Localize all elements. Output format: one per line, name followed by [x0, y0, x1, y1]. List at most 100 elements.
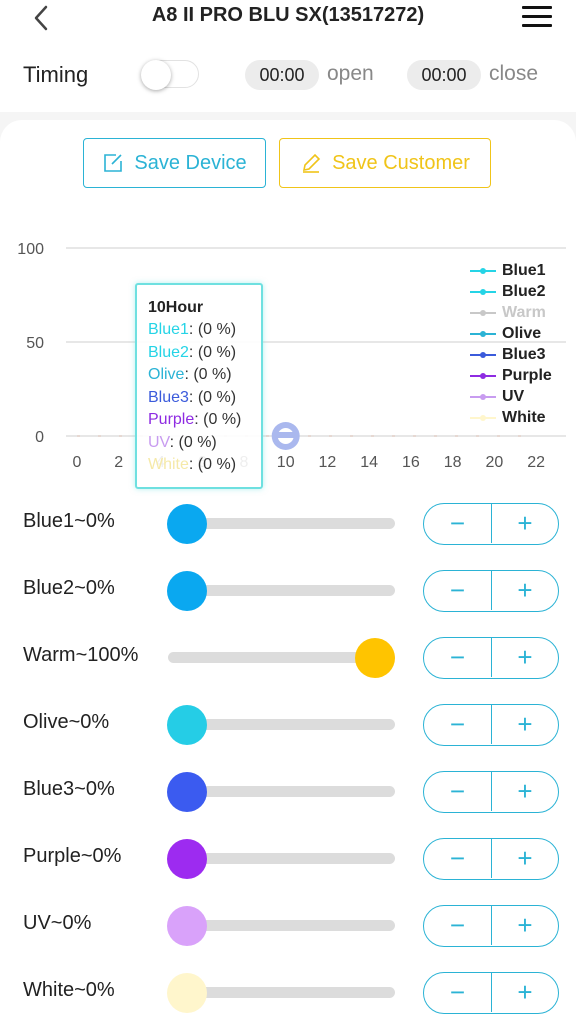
tooltip-series-value: : (0 %) — [188, 388, 237, 406]
increment-button[interactable]: + — [491, 839, 558, 878]
decrement-button[interactable]: − — [424, 638, 491, 677]
chart-tooltip: 10Hour Blue1: (0 %) Blue2: (0 %) Olive: (0… — [135, 283, 263, 489]
channel-slider-knob[interactable] — [167, 705, 207, 745]
x-tick-label: 20 — [485, 454, 503, 471]
tooltip-row: Blue1: (0 %) — [148, 321, 261, 344]
legend-item-uv[interactable]: UV — [470, 386, 576, 407]
y-tick-label: 0 — [35, 429, 44, 446]
x-tick-label: 16 — [402, 454, 420, 471]
tooltip-series-name: Purple — [148, 411, 195, 428]
tooltip-series-name: UV — [148, 433, 170, 451]
channel-stepper: − + — [423, 771, 559, 813]
channel-label: UV~0% — [23, 912, 92, 934]
channel-label: White~0% — [23, 979, 115, 1001]
x-tick-label: 22 — [527, 454, 545, 471]
legend-label: Blue1 — [502, 261, 546, 279]
increment-button[interactable]: + — [491, 772, 558, 811]
tooltip-series-value: : (0 %) — [188, 321, 237, 338]
open-label: open — [327, 62, 374, 85]
channel-label: Blue3~0% — [23, 778, 115, 800]
channel-slider-knob[interactable] — [167, 571, 207, 611]
decrement-button[interactable]: − — [424, 705, 491, 744]
chart-legend: Blue1 Blue2 Warm Olive Blue3 Purple UV White — [470, 260, 576, 428]
legend-label: Warm — [502, 303, 546, 321]
tooltip-series-name: Blue1 — [148, 321, 189, 338]
save-customer-button[interactable]: Save Customer — [279, 138, 491, 188]
channel-stepper: − + — [423, 838, 559, 880]
decrement-button[interactable]: − — [424, 571, 491, 610]
app-header: A8 II PRO BLU SX(13517272) — [0, 0, 576, 56]
channel-label: Olive~0% — [23, 711, 110, 733]
save-device-button[interactable]: Save Device — [83, 138, 266, 188]
close-label: close — [489, 62, 539, 85]
legend-label: White — [502, 408, 546, 426]
timing-toggle[interactable] — [141, 60, 199, 90]
legend-swatch — [470, 288, 496, 295]
decrement-button[interactable]: − — [424, 504, 491, 543]
highlight-marker-bar — [273, 432, 298, 438]
channel-label: Purple~0% — [23, 845, 122, 867]
legend-item-white[interactable]: White — [470, 407, 576, 428]
channel-slider-knob[interactable] — [355, 638, 395, 678]
legend-swatch — [470, 267, 496, 274]
channel-slider-knob[interactable] — [167, 839, 207, 879]
tooltip-series-value: : (0 %) — [194, 411, 242, 428]
y-tick-label: 50 — [26, 335, 44, 352]
legend-label: UV — [502, 387, 525, 405]
save-device-label: Save Device — [134, 151, 247, 174]
channel-slider-knob[interactable] — [167, 772, 207, 812]
channel-slider-knob[interactable] — [167, 906, 207, 946]
channel-row: Warm~100% − + — [0, 636, 576, 680]
legend-item-purple[interactable]: Purple — [470, 365, 576, 386]
tooltip-row: Purple: (0 %) — [148, 411, 261, 434]
legend-swatch — [470, 351, 496, 358]
increment-button[interactable]: + — [491, 504, 558, 543]
decrement-button[interactable]: − — [424, 839, 491, 878]
x-tick-label: 2 — [114, 454, 123, 471]
legend-item-blue1[interactable]: Blue1 — [470, 260, 576, 281]
pencil-icon — [303, 153, 321, 173]
legend-swatch — [470, 330, 496, 337]
tooltip-series-name: Olive — [148, 366, 185, 383]
tooltip-series-value: : (0 %) — [188, 343, 237, 361]
page-title: A8 II PRO BLU SX(13517272) — [151, 4, 425, 26]
increment-button[interactable]: + — [491, 705, 558, 744]
legend-item-olive[interactable]: Olive — [470, 323, 576, 344]
decrement-button[interactable]: − — [424, 973, 491, 1012]
legend-swatch — [470, 372, 496, 379]
tooltip-row: Blue3: (0 %) — [148, 389, 261, 412]
channel-slider-knob[interactable] — [167, 504, 207, 544]
x-tick-label: 10 — [277, 454, 295, 471]
channel-slider-knob[interactable] — [167, 973, 207, 1013]
legend-label: Blue2 — [502, 282, 546, 300]
channel-label: Warm~100% — [23, 644, 139, 666]
x-tick-label: 14 — [360, 454, 378, 471]
tooltip-series-name: Blue3 — [148, 388, 189, 406]
increment-button[interactable]: + — [491, 571, 558, 610]
increment-button[interactable]: + — [491, 906, 558, 945]
timing-label: Timing — [23, 62, 89, 87]
close-time-field[interactable]: 00:00 — [407, 60, 481, 90]
x-tick-label: 0 — [73, 454, 82, 471]
legend-item-blue2[interactable]: Blue2 — [470, 281, 576, 302]
tooltip-row: White: (0 %) — [148, 456, 261, 479]
save-customer-label: Save Customer — [332, 151, 470, 174]
legend-item-blue3[interactable]: Blue3 — [470, 344, 576, 365]
channel-stepper: − + — [423, 637, 559, 679]
tooltip-series-name: Blue2 — [148, 343, 189, 361]
legend-swatch — [470, 393, 496, 400]
increment-button[interactable]: + — [491, 973, 558, 1012]
channel-label: Blue1~0% — [23, 510, 115, 532]
y-tick-label: 100 — [17, 241, 44, 258]
increment-button[interactable]: + — [491, 638, 558, 677]
decrement-button[interactable]: − — [424, 772, 491, 811]
channel-row: Blue2~0% − + — [0, 569, 576, 613]
legend-item-warm[interactable]: Warm — [470, 302, 576, 323]
menu-button[interactable] — [520, 2, 554, 32]
decrement-button[interactable]: − — [424, 906, 491, 945]
legend-label: Blue3 — [502, 345, 546, 363]
channel-stepper: − + — [423, 503, 559, 545]
open-time-field[interactable]: 00:00 — [245, 60, 319, 90]
legend-swatch — [470, 309, 496, 316]
x-tick-label: 18 — [444, 454, 462, 471]
